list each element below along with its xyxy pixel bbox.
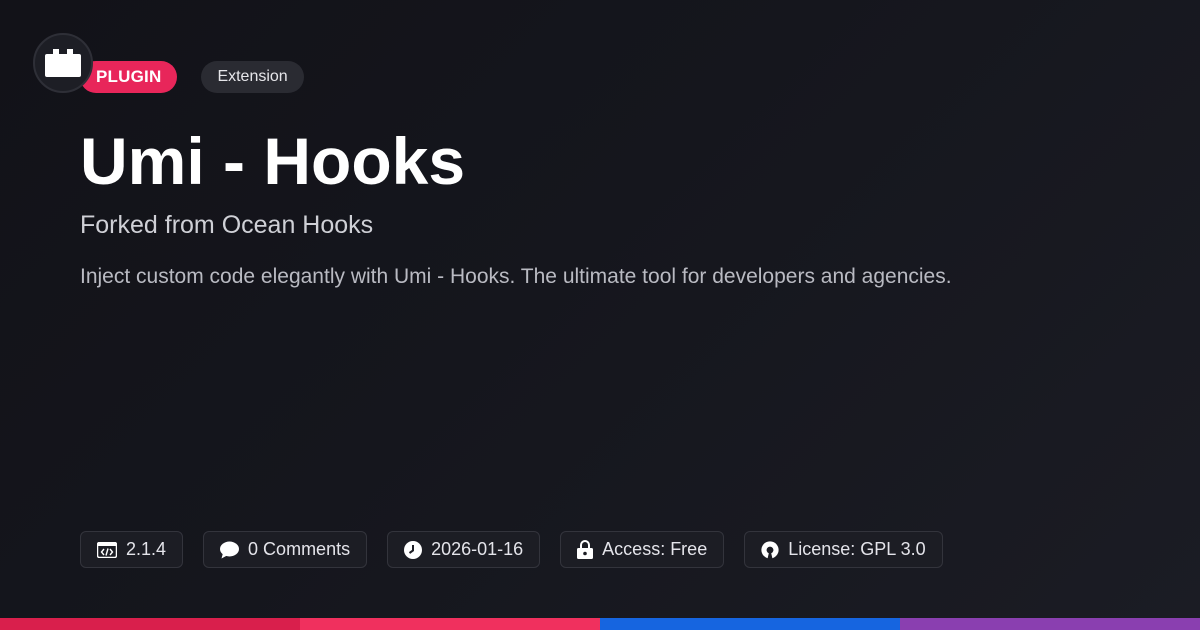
code-icon bbox=[97, 541, 117, 558]
version-label: 2.1.4 bbox=[126, 539, 167, 559]
date-chip: 2026-01-16 bbox=[387, 531, 541, 568]
license-chip: License: GPL 3.0 bbox=[744, 531, 943, 568]
badge-row: PLUGIN Extension bbox=[80, 61, 304, 93]
plugin-box-icon bbox=[45, 49, 81, 77]
page-subtitle: Forked from Ocean Hooks bbox=[80, 211, 374, 239]
clock-icon bbox=[404, 540, 423, 559]
comments-label: 0 Comments bbox=[248, 539, 351, 559]
page-title: Umi - Hooks bbox=[80, 124, 466, 198]
page-description: Inject custom code elegantly with Umi - … bbox=[80, 265, 952, 288]
bar-segment bbox=[600, 618, 900, 630]
license-label: License: GPL 3.0 bbox=[788, 539, 926, 559]
open-source-icon bbox=[761, 540, 779, 558]
bar-segment bbox=[900, 618, 1200, 630]
version-chip: 2.1.4 bbox=[80, 531, 184, 568]
comments-chip[interactable]: 0 Comments bbox=[203, 531, 368, 568]
extension-badge[interactable]: Extension bbox=[201, 61, 304, 93]
meta-row: 2.1.4 0 Comments 2026-01-16 Access: Free… bbox=[80, 531, 943, 568]
comment-icon bbox=[220, 541, 240, 558]
access-label: Access: Free bbox=[602, 539, 708, 559]
access-chip: Access: Free bbox=[560, 531, 725, 568]
bottom-color-bar bbox=[0, 618, 1200, 630]
date-label: 2026-01-16 bbox=[431, 539, 524, 559]
bar-segment bbox=[0, 618, 300, 630]
lock-icon bbox=[577, 540, 594, 559]
plugin-logo bbox=[33, 33, 93, 93]
plugin-badge: PLUGIN bbox=[80, 61, 178, 93]
bar-segment bbox=[300, 618, 600, 630]
